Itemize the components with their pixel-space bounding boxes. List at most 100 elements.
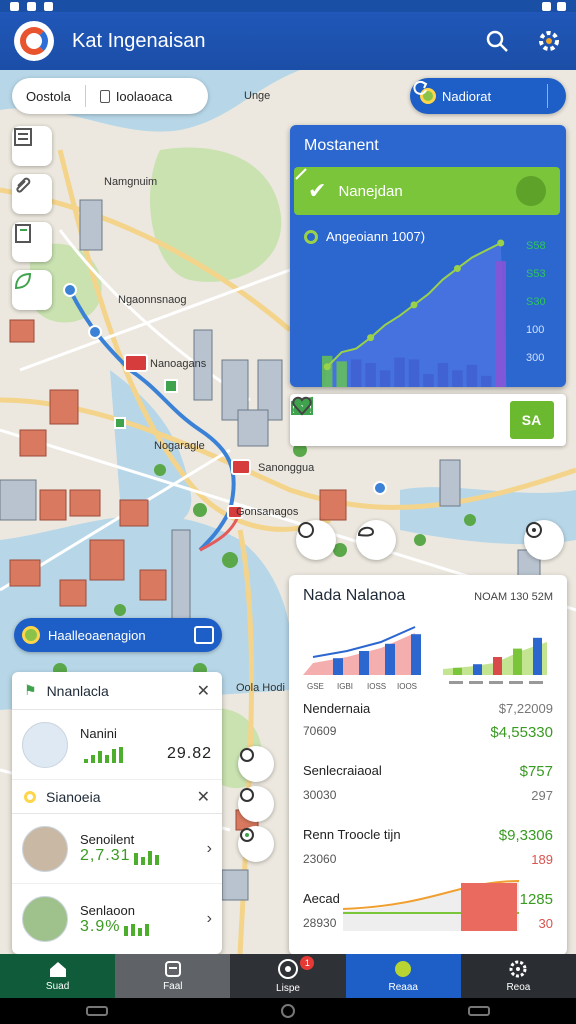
list-item-value: 2,7.31 [80,847,131,864]
chart-bar [466,364,478,387]
nav-home[interactable]: Suad [0,954,116,998]
list-section-title: Sianoeia [46,788,101,805]
mini-bars [124,922,150,936]
nav-leaf[interactable]: Reaaa [345,954,461,998]
list-header: ⚑ Nnanlacla ✕ [12,672,222,710]
refresh-icon[interactable] [410,78,430,98]
mini-bar [148,851,153,865]
chart-b-bar [533,637,542,675]
close-icon[interactable]: ✕ [197,787,210,807]
map-label: Gonsanagos [236,506,299,518]
stats-panel: Mostanent ✔ Nanejdan Angeoiann 1007) S58… [290,125,566,387]
list-section-header: Sianoeia ✕ [12,780,222,814]
map-label: Nogaragle [154,440,205,452]
home-button[interactable] [280,1004,295,1018]
map-action-button[interactable] [356,520,396,560]
settings-button[interactable] [536,28,562,54]
chart-a-x-label: IOSS [367,682,386,691]
attach-button[interactable] [12,174,52,214]
list-item[interactable]: Senoilent 2,7.31 › [12,814,222,884]
mini-bar [138,927,143,936]
map-label: Ngaonnsnaog [118,294,187,306]
notes-button[interactable] [12,222,52,262]
chart-a-bar [385,643,395,675]
chart-a-x-label: IOOS [397,682,417,691]
clover-button[interactable] [293,397,416,439]
mini-bar [112,749,116,763]
target-icon [240,828,254,842]
map-view[interactable]: Unge Namgnuim Ngaonnsnaog Nanoagans Noga… [0,70,576,954]
chart-a-bar [359,651,369,675]
map-label: Sanonggua [258,462,315,474]
search-right-label: Ioolaoaca [115,88,173,104]
map-action-button[interactable] [238,826,274,862]
summary-panel: Nada Nalanoa NOAM 130 52M GSE IGBI IOSS IOO… [289,575,567,954]
calendar-icon [164,961,181,977]
place-thumbnail [22,825,68,872]
map-action-button[interactable] [524,520,564,560]
list-item-title: Nanini [80,726,117,741]
growth-chart: S58S53S30100300MasSesGooaooahoESR [322,239,546,387]
close-icon[interactable]: ✕ [197,681,210,701]
search-bar[interactable]: Oostola Ioolaoaca [12,78,208,114]
expand-icon[interactable] [194,626,214,644]
app-title: Kat Ingenaisan [72,29,206,52]
chart-bar [437,363,449,387]
compass-icon [526,522,542,538]
list-icon [14,128,32,146]
summary-row-value: $7,22009 [498,701,553,716]
mini-bar [84,759,88,763]
location-pill[interactable]: Haalleoaenagion [14,618,222,652]
summary-row-sub: 30030 [303,788,337,802]
summary-row[interactable]: Senlecraiaoal $757 30030 297 [303,763,553,803]
nav-calendar[interactable]: Faal [115,954,231,998]
list-item[interactable]: Nanini 29.82 [12,710,222,780]
chart-a-x-label: IGBI [337,682,353,691]
location-dot-icon [22,626,40,644]
summary-row[interactable]: Renn Troocle tijn $9,3306 23060 189 [303,827,553,867]
eco-button[interactable] [12,270,52,310]
summary-row-sub: 23060 [303,852,337,866]
nav-settings[interactable]: Reoa [460,954,576,998]
circle-icon [240,788,254,802]
chart-tick-label: 300 [526,352,544,364]
recents-button[interactable] [467,1006,490,1016]
summary-row[interactable]: Nendernaia $7,22009 70609 $4,55330 [303,701,553,741]
chart-b-bar [493,657,502,675]
map-label: Namgnuim [104,176,158,188]
app-bar: Kat Ingenaisan [0,12,576,70]
search-right-segment[interactable]: Ioolaoaca [86,78,186,114]
search-icon [486,30,508,52]
nav-target[interactable]: 1 Lispe [230,954,346,998]
chart-point [367,334,375,342]
summary-row-value: $9,3306 [498,827,553,844]
summary-title: Nada Nalanoa [303,587,406,604]
favorite-button[interactable] [292,396,485,439]
leaf-icon [14,272,32,290]
status-pill[interactable]: Nadiorat [410,78,566,114]
heart-icon [292,396,312,416]
chart-b-bar [453,667,462,675]
chart-point [323,363,331,371]
map-action-button[interactable] [238,746,274,782]
summary-meta: NOAM 130 52M [474,591,553,603]
back-button[interactable] [86,1006,109,1016]
chart-bar [379,370,391,387]
search-button[interactable] [484,28,510,54]
nav-label: Faal [163,981,183,992]
summary-row-sub-value: 297 [531,788,553,803]
summary-row-sub-value: $4,55330 [490,724,553,741]
layers-button[interactable] [12,126,52,166]
location-label: Haalleoaenagion [48,627,146,643]
summary-row[interactable]: Aecad 1285 28930 30 [303,891,553,931]
list-item-value: 29.82 [166,745,212,762]
map-action-button[interactable] [238,786,274,822]
chart-point [497,239,505,247]
search-left-segment[interactable]: Oostola [12,78,85,114]
chart-bar [322,355,333,387]
primary-action-button[interactable]: SA [509,401,554,439]
list-item[interactable]: Senlaoon 3.9% › [12,884,222,954]
chart-bar [423,374,434,387]
divider [547,84,548,108]
map-action-button[interactable] [296,520,336,560]
